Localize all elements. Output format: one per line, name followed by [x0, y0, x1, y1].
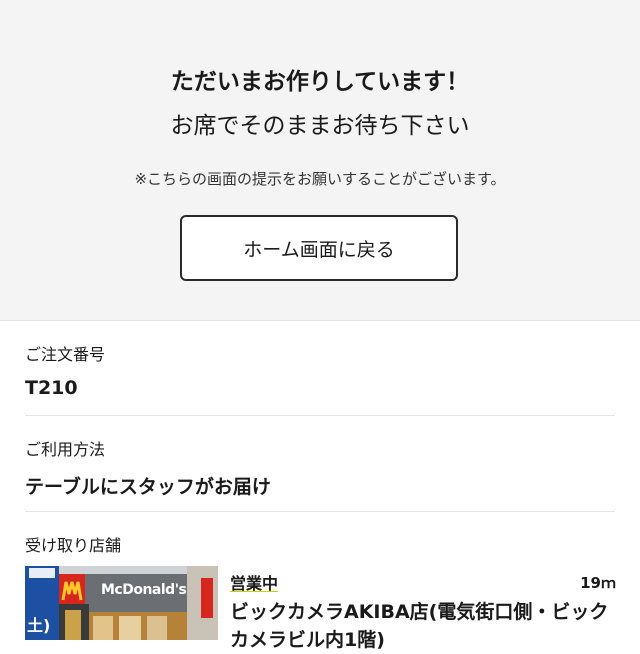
usage-method-value: テーブルにスタッフがお届け — [25, 476, 271, 498]
photo-sign-text: McDonald's — [101, 582, 187, 598]
status-subtitle: お席でそのままお待ち下さい — [170, 113, 470, 139]
usage-method-label: ご利用方法 — [25, 440, 106, 459]
order-number-label: ご注文番号 — [25, 345, 106, 364]
order-status-panel: ただいまお作りしています！ お席でそのままお待ち下さい ※こちらの画面の提示をお… — [0, 0, 640, 321]
present-screen-notice: ※こちらの画面の提示をお願いすることがございます。 — [134, 170, 506, 188]
store-status-badge: 営業中 — [230, 574, 279, 593]
pickup-store-label: 受け取り店舗 — [25, 536, 122, 555]
divider — [25, 415, 615, 416]
home-button[interactable]: ホーム画面に戻る — [180, 215, 458, 281]
status-title: ただいまお作りしています！ — [170, 69, 470, 95]
order-number-section: ご注文番号 T210 — [25, 341, 615, 399]
order-number-value: T210 — [25, 377, 78, 399]
photo-side-text: 土) — [27, 616, 51, 635]
store-distance: 19ｍ — [580, 574, 616, 592]
pickup-store-section: 受け取り店舗 — [25, 532, 615, 556]
usage-method-section: ご利用方法 テーブルにスタッフがお届け — [25, 436, 615, 499]
divider — [25, 511, 615, 512]
store-name: ビックカメラAKIBA店(電気街口側・ビックカメラビル内1階) — [230, 601, 609, 651]
store-photo: McDonald's 土) — [25, 566, 218, 640]
